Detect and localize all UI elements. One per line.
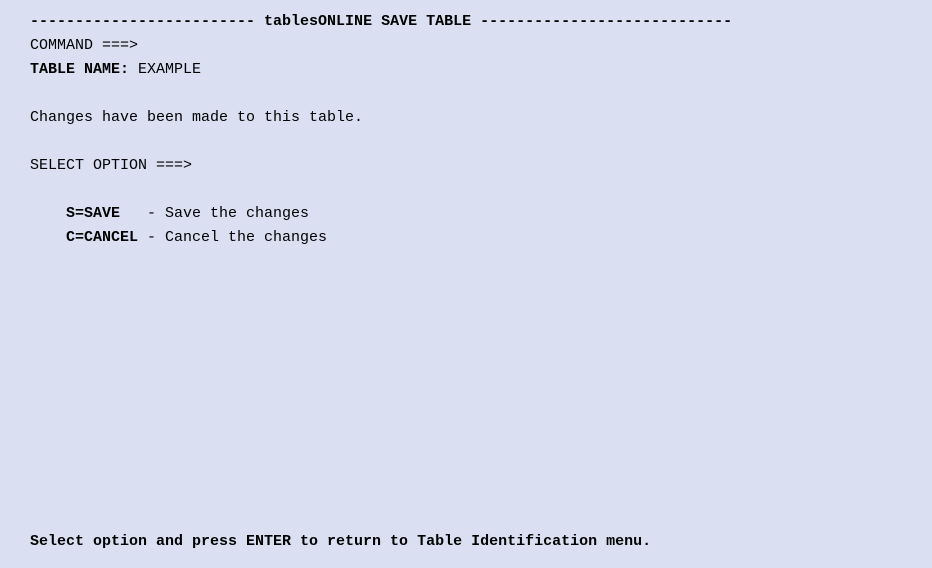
screen-title: tablesONLINE SAVE TABLE xyxy=(264,13,471,30)
option-desc: - Save the changes xyxy=(138,205,309,222)
option-save: S=SAVE - Save the changes xyxy=(66,202,902,226)
option-key: S=SAVE xyxy=(66,205,138,222)
dash-left: ------------------------- xyxy=(30,13,264,30)
changes-message: Changes have been made to this table. xyxy=(30,106,902,130)
select-option-label: SELECT OPTION ===> xyxy=(30,157,192,174)
options-list: S=SAVE - Save the changes C=CANCEL - Can… xyxy=(66,202,902,250)
option-cancel: C=CANCEL - Cancel the changes xyxy=(66,226,902,250)
command-label: COMMAND ===> xyxy=(30,37,138,54)
command-row: COMMAND ===> xyxy=(30,34,902,58)
select-option-row: SELECT OPTION ===> xyxy=(30,154,902,178)
footer-instruction: Select option and press ENTER to return … xyxy=(30,530,651,554)
dash-right: ---------------------------- xyxy=(471,13,732,30)
table-name-row: TABLE NAME: EXAMPLE xyxy=(30,58,902,82)
option-key: C=CANCEL xyxy=(66,229,138,246)
option-desc: - Cancel the changes xyxy=(138,229,327,246)
table-name-label: TABLE NAME: xyxy=(30,61,129,78)
table-name-value: EXAMPLE xyxy=(129,61,201,78)
screen-title-row: ------------------------- tablesONLINE S… xyxy=(30,10,902,34)
